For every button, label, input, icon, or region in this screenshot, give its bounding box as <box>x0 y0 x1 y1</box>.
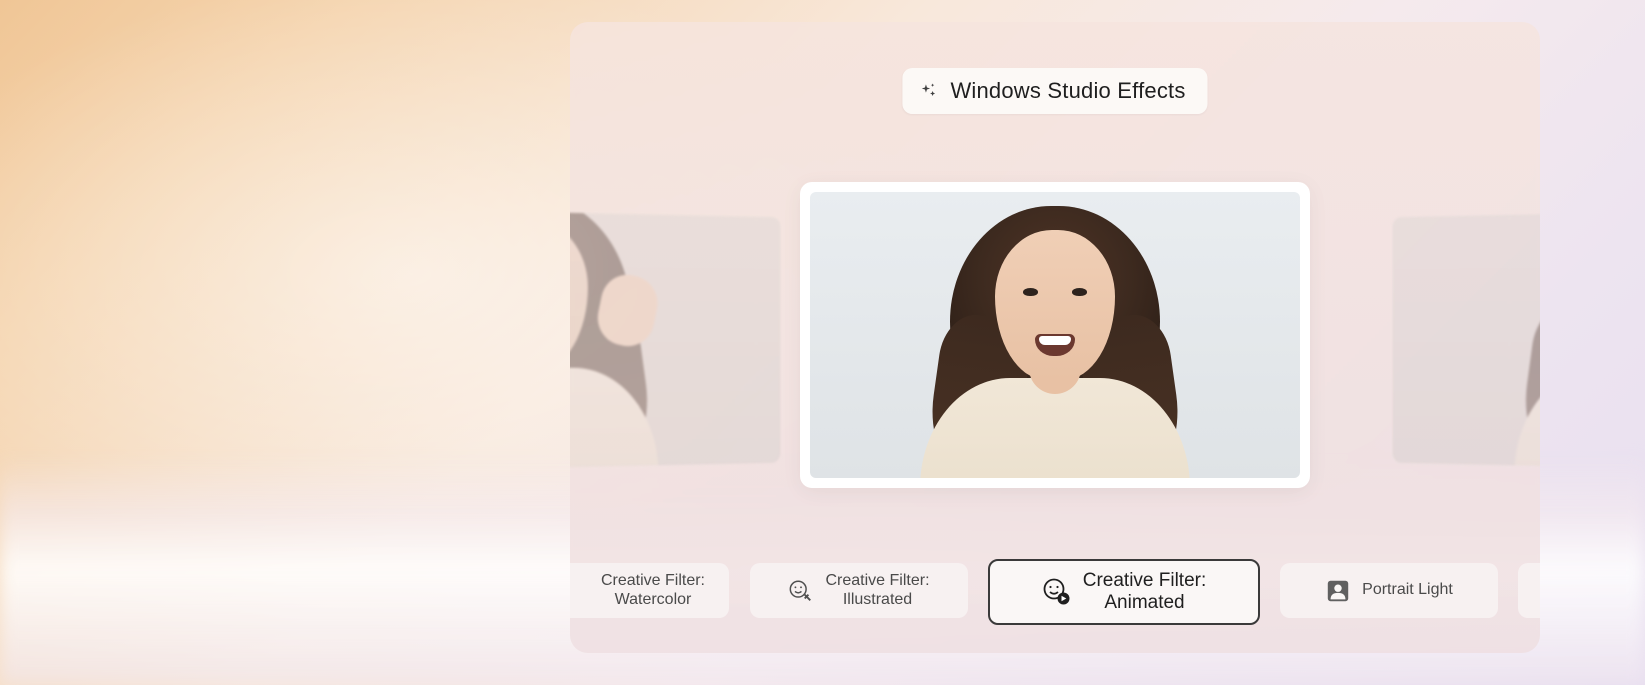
header-title: Windows Studio Effects <box>950 78 1185 104</box>
filter-portrait-light[interactable]: Portrait Light <box>1280 563 1498 618</box>
filter-next[interactable] <box>1518 563 1540 618</box>
filter-illustrated[interactable]: Creative Filter: Illustrated <box>750 563 968 618</box>
filter-animated-label: Creative Filter: Animated <box>1083 570 1207 614</box>
face-pencil-icon <box>788 578 814 604</box>
preview-card-next[interactable] <box>1393 206 1540 474</box>
filter-strip: Creative Filter: Watercolor Creative Fil… <box>570 559 1540 629</box>
filter-watercolor-label: Creative Filter: Watercolor <box>601 572 705 609</box>
preview-image-active <box>810 192 1300 478</box>
filter-watercolor[interactable]: Creative Filter: Watercolor <box>570 563 729 618</box>
person-square-icon <box>1325 578 1351 604</box>
preview-image-prev <box>570 206 780 474</box>
filter-portrait-light-label: Portrait Light <box>1362 581 1453 599</box>
studio-effects-window: Windows Studio Effects <box>570 22 1540 653</box>
header-pill[interactable]: Windows Studio Effects <box>902 68 1207 114</box>
preview-card-prev[interactable] <box>570 206 780 474</box>
filter-animated[interactable]: Creative Filter: Animated <box>988 559 1260 625</box>
preview-strip <box>570 182 1540 488</box>
preview-image-next <box>1393 206 1540 474</box>
preview-card-active <box>800 182 1310 488</box>
filter-illustrated-label: Creative Filter: Illustrated <box>825 572 929 609</box>
sparkle-icon <box>918 81 938 101</box>
face-play-icon <box>1042 577 1072 607</box>
